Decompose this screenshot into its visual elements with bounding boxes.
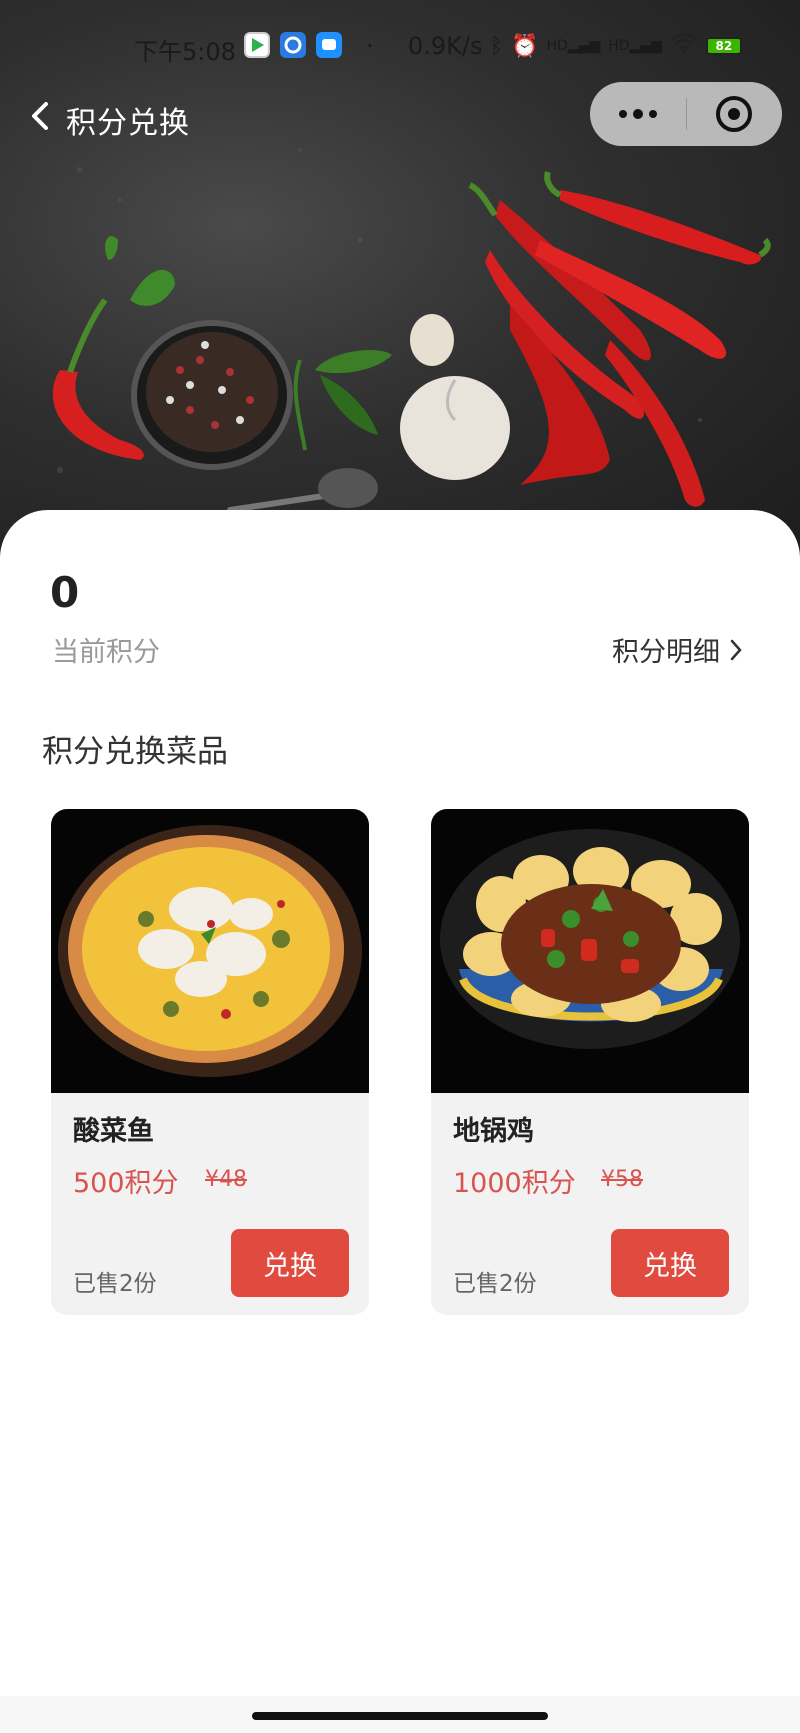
section-title: 积分兑换菜品 [42, 734, 228, 770]
signal-hd2: HD▂▄▆ [608, 38, 662, 54]
wifi-icon [670, 32, 698, 60]
dish-original-price: ¥48 [205, 1167, 247, 1192]
network-speed: 0.9K/s [408, 32, 483, 60]
content-panel: 0 当前积分 积分明细 积分兑换菜品 酸菜鱼 500积分 ¥48 已售2份 兑换… [0, 510, 800, 1733]
target-close-icon [716, 96, 752, 132]
points-detail-link[interactable]: 积分明细 [612, 630, 744, 669]
dish-points-price: 500积分 [73, 1168, 179, 1199]
hero-banner: 下午5:08 · 0.9K/s ᛒ ⏰ HD▂▄▆ HD▂▄▆ 82 积分兑换 [0, 0, 800, 560]
status-dot: · [366, 32, 374, 60]
back-chevron-icon [32, 102, 48, 130]
current-points-value: 0 [50, 568, 80, 617]
play-store-icon [244, 32, 270, 58]
more-button[interactable] [590, 82, 686, 146]
dish-points-price: 1000积分 [453, 1168, 576, 1199]
alarm-icon: ⏰ [511, 33, 539, 59]
dish-image [431, 809, 749, 1093]
bluetooth-icon: ᛒ [490, 33, 504, 59]
dish-image [51, 809, 369, 1093]
chat-app-icon [316, 32, 342, 58]
system-icons: ᛒ ⏰ HD▂▄▆ HD▂▄▆ 82 [490, 32, 742, 60]
current-points-label: 当前积分 [52, 637, 160, 668]
dish-sold-count: 已售2份 [453, 1271, 537, 1297]
chevron-right-icon [730, 639, 742, 660]
home-indicator[interactable] [252, 1712, 548, 1720]
page-title: 积分兑换 [66, 106, 190, 141]
dish-sold-count: 已售2份 [73, 1271, 157, 1297]
exchange-button[interactable]: 兑换 [611, 1229, 729, 1297]
points-detail-label: 积分明细 [612, 637, 720, 668]
battery-icon: 82 [705, 37, 742, 55]
dish-name: 地锅鸡 [453, 1116, 534, 1147]
status-time: 下午5:08 [134, 38, 236, 66]
browser-app-icon [280, 32, 306, 58]
status-bar: 下午5:08 · 0.9K/s ᛒ ⏰ HD▂▄▆ HD▂▄▆ 82 [0, 28, 800, 66]
dish-name: 酸菜鱼 [73, 1116, 154, 1147]
mini-program-capsule [590, 82, 782, 146]
exchange-button[interactable]: 兑换 [231, 1229, 349, 1297]
dish-card[interactable]: 酸菜鱼 500积分 ¥48 已售2份 兑换 [51, 809, 369, 1315]
dish-card[interactable]: 地锅鸡 1000积分 ¥58 已售2份 兑换 [431, 809, 749, 1315]
signal-hd1: HD▂▄▆ [546, 38, 601, 54]
back-button[interactable] [24, 96, 58, 136]
dish-original-price: ¥58 [601, 1167, 643, 1192]
more-dots-icon [619, 109, 657, 119]
close-button[interactable] [687, 82, 781, 146]
